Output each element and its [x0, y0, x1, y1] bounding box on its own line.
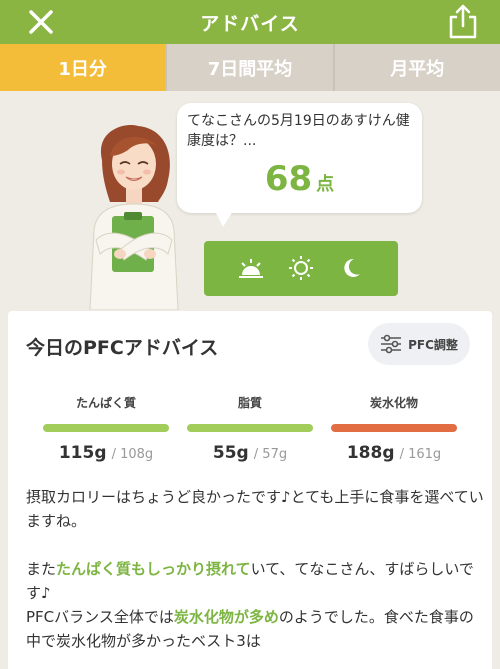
app-header: アドバイス — [0, 0, 500, 44]
tab-7day-average[interactable]: 7日間平均 — [167, 44, 335, 91]
nutrient-target: / 161g — [399, 447, 442, 462]
nutrient-fat: 脂質 55g / 57g — [187, 394, 313, 463]
tab-1day[interactable]: 1日分 — [0, 44, 168, 91]
period-tabs: 1日分 7日間平均 月平均 — [0, 44, 500, 91]
pfc-card-title: 今日のPFCアドバイス — [26, 337, 219, 359]
nutrient-actual: 55g — [212, 443, 249, 463]
advice-paragraph-3: PFCバランス全体では炭水化物が多めのようでした。食べた食事の中で炭水化物が多か… — [26, 605, 486, 653]
nutrient-name: 脂質 — [237, 396, 262, 410]
advice-text: 摂取カロリーはちょうど良かったです♪とても上手に食事を選べていますね。 またたん… — [26, 485, 486, 653]
health-score: 68 点 — [177, 159, 422, 199]
nutrient-bar — [43, 424, 169, 432]
advice-text-segment: また — [26, 560, 57, 578]
share-button[interactable] — [446, 2, 480, 40]
advice-highlight: たんぱく質もしっかり摂れて — [56, 560, 251, 578]
tab-monthly-average[interactable]: 月平均 — [334, 44, 500, 91]
health-score-unit: 点 — [316, 174, 335, 195]
advice-text-segment: PFCバランス全体では — [26, 608, 174, 626]
nutrient-actual: 115g — [58, 443, 107, 463]
nutrient-name: たんぱく質 — [75, 396, 136, 410]
sliders-icon — [381, 334, 402, 354]
health-score-value: 68 — [264, 159, 313, 199]
nutrient-bar — [187, 424, 313, 432]
nutrient-protein: たんぱく質 115g / 108g — [43, 394, 169, 463]
nutrient-actual: 188g — [346, 443, 395, 463]
meal-time-selector — [204, 241, 398, 296]
pfc-adjust-label: PFC調整 — [408, 337, 458, 352]
health-score-message: てなこさんの5月19日のあすけん健康度は？... — [187, 113, 410, 149]
nutrient-target: / 108g — [111, 447, 154, 462]
sun-icon[interactable] — [288, 256, 314, 280]
advice-paragraph-2: またたんぱく質もしっかり摂れていて、てなこさん、すばらしいです♪ — [26, 557, 486, 605]
nutrient-target: / 57g — [253, 447, 288, 462]
nutrient-values: 55g / 57g — [187, 443, 313, 463]
pfc-advice-card: 今日のPFCアドバイス PFC調整 たんぱく質 115g / 108g 脂質 5… — [8, 311, 492, 669]
share-icon — [449, 4, 477, 39]
advisor-avatar — [80, 120, 190, 311]
nutrient-bar — [331, 424, 457, 432]
nutrient-name: 炭水化物 — [369, 396, 418, 410]
page-title: アドバイス — [200, 13, 300, 35]
advice-paragraph-1: 摂取カロリーはちょうど良かったです♪とても上手に食事を選べていますね。 — [26, 488, 484, 530]
nutrient-values: 188g / 161g — [331, 443, 457, 463]
nutrient-carbohydrate: 炭水化物 188g / 161g — [331, 394, 457, 463]
health-score-bubble: てなこさんの5月19日のあすけん健康度は？... 68 点 — [177, 103, 422, 227]
advice-highlight: 炭水化物が多め — [173, 608, 279, 626]
nutrient-values: 115g / 108g — [43, 443, 169, 463]
pfc-adjust-button[interactable]: PFC調整 — [368, 323, 470, 365]
sunrise-icon[interactable] — [238, 256, 264, 280]
moon-icon[interactable] — [338, 256, 364, 280]
